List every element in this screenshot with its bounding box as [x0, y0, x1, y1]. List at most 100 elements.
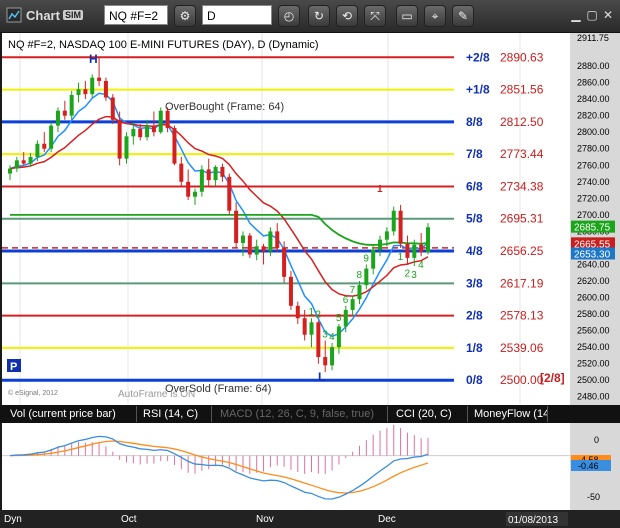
murrey-level-label: +2/8	[466, 50, 490, 64]
time-label-oct: Oct	[121, 514, 137, 525]
candle-body	[158, 110, 163, 133]
candle-body	[186, 181, 191, 197]
candle-body	[316, 322, 321, 358]
candle-body	[384, 231, 389, 240]
price-tick: 2560.00	[577, 326, 610, 336]
candle-body	[179, 163, 184, 182]
candle-body	[110, 97, 115, 120]
price-tick: 2780.00	[577, 144, 610, 154]
candle-body	[391, 210, 396, 232]
candle-body	[323, 357, 328, 366]
candle-body	[350, 299, 355, 310]
candle-body	[124, 136, 129, 159]
murrey-level-value: 2539.06	[500, 341, 544, 355]
murrey-level-label: 8/8	[466, 115, 483, 129]
macd-panel[interactable]	[2, 423, 570, 510]
candle-body	[14, 160, 19, 169]
tab-macd[interactable]: MACD (12, 26, C, 9, false, true)	[214, 406, 388, 422]
sequence-up-marker: 6	[343, 295, 349, 306]
candle-body	[254, 246, 259, 255]
candle-body	[234, 210, 239, 243]
sequence-up-marker: 3	[322, 330, 328, 341]
price-tick: 2640.00	[577, 259, 610, 269]
frame-note: [2/8]	[540, 371, 565, 385]
candle-body	[76, 89, 81, 95]
tab-rsi[interactable]: RSI (14, C)	[137, 406, 212, 422]
price-tick: 2580.00	[577, 309, 610, 319]
candle-body	[117, 119, 122, 159]
candle-body	[172, 128, 177, 164]
candle-body	[83, 89, 88, 95]
price-tick: 2820.00	[577, 111, 610, 121]
sequence-down-marker: 1	[398, 252, 404, 263]
murrey-level-value: 2656.25	[500, 244, 544, 258]
tab-moneyflow[interactable]: MoneyFlow (14	[468, 406, 548, 422]
price-flag-label: 2653.30	[574, 249, 611, 260]
candle-body	[426, 227, 430, 253]
candle-body	[227, 176, 232, 211]
candle-body	[49, 125, 54, 149]
murrey-level-label: 4/8	[466, 244, 483, 258]
candle-body	[247, 235, 252, 255]
candle-body	[97, 77, 102, 81]
dyn-label: Dyn	[4, 514, 22, 525]
candle-body	[398, 210, 403, 244]
murrey-level-value: 2695.31	[500, 212, 544, 226]
candle-body	[35, 143, 40, 157]
murrey-level-value: 2734.38	[500, 179, 544, 193]
price-tick: 2880.00	[577, 61, 610, 71]
macd-tick-neg50: -50	[587, 492, 600, 502]
candle-body	[240, 235, 245, 243]
candle-body	[103, 80, 108, 98]
murrey-level-label: 7/8	[466, 147, 483, 161]
candle-body	[131, 128, 136, 137]
candle-body	[295, 305, 300, 319]
candle-body	[343, 309, 348, 327]
price-tick: 2620.00	[577, 276, 610, 286]
chart-header: NQ #F=2, NASDAQ 100 E-MINI FUTURES (DAY)…	[8, 39, 319, 51]
price-flag-label: 2685.75	[574, 223, 611, 234]
candle-body	[261, 246, 266, 252]
price-tick: 2860.00	[577, 78, 610, 88]
overbought-label: OverBought (Frame: 64)	[165, 101, 284, 113]
price-top-label: 2911.75	[577, 33, 609, 43]
candle-body	[165, 110, 170, 129]
price-tick: 2700.00	[577, 210, 610, 220]
price-tick: 2760.00	[577, 160, 610, 170]
sequence-up-marker: 4	[329, 332, 335, 343]
candle-body	[28, 157, 33, 164]
candle-body	[302, 318, 307, 335]
candle-body	[90, 77, 95, 95]
macd-tick-0: 0	[594, 435, 599, 445]
candle-body	[282, 247, 287, 277]
price-tick: 2740.00	[577, 177, 610, 187]
chart-svg: +2/8 2890.63 +1/8 2851.56 8/8 2812.50 7/8 2773.…	[0, 33, 620, 528]
candle-body	[419, 244, 424, 253]
candle-body	[55, 110, 60, 126]
candle-body	[69, 95, 74, 116]
time-label-dec: Dec	[378, 514, 396, 525]
candle-body	[62, 110, 67, 116]
time-label-nov: Nov	[256, 514, 274, 525]
price-tick: 2600.00	[577, 293, 610, 303]
candle-body	[213, 166, 218, 181]
candle-body	[199, 169, 204, 192]
candle-body	[364, 268, 369, 286]
candle-body	[357, 285, 362, 300]
candle-body	[8, 168, 12, 174]
candle-body	[21, 160, 26, 164]
murrey-level-value: 2578.13	[500, 309, 544, 323]
murrey-level-label: +1/8	[466, 83, 490, 97]
price-tick: 2500.00	[577, 375, 610, 385]
candle-body	[42, 143, 47, 149]
murrey-level-label: 5/8	[466, 212, 483, 226]
price-tick: 2540.00	[577, 342, 610, 352]
price-tick: 2520.00	[577, 359, 610, 369]
tab-cci[interactable]: CCI (20, C)	[390, 406, 468, 422]
sequence-up-marker: 5	[336, 313, 342, 324]
murrey-level-value: 2890.63	[500, 50, 544, 64]
tab-volume[interactable]: Vol (current price bar)	[4, 406, 137, 422]
murrey-level-value: 2851.56	[500, 83, 544, 97]
sequence-up-marker: 7	[350, 285, 356, 296]
low-marker: L	[318, 370, 325, 384]
